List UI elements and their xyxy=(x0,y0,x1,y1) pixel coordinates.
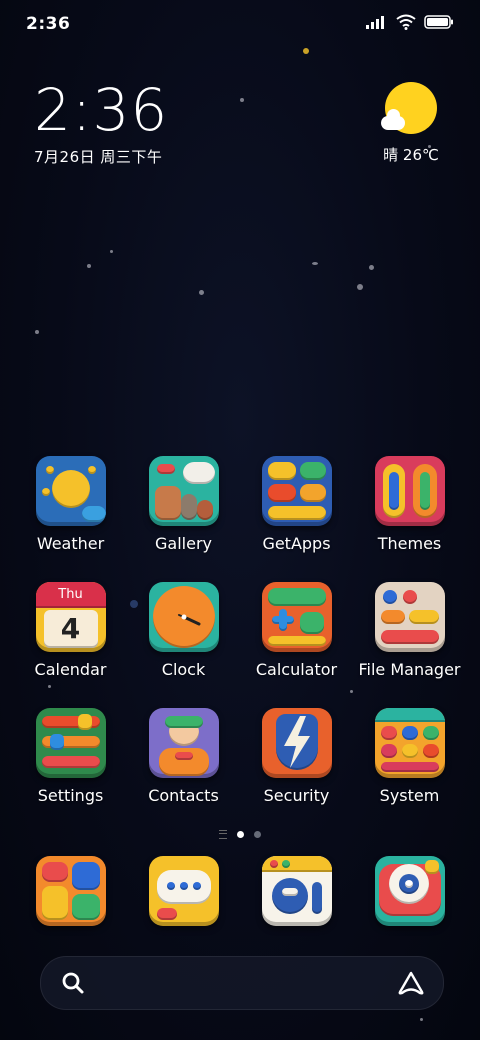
app-row: Weather Gallery GetApps Themes xyxy=(0,456,480,582)
app-settings[interactable]: Settings xyxy=(14,708,127,834)
dock-app-messages[interactable] xyxy=(127,856,240,926)
app-security[interactable]: Security xyxy=(240,708,353,834)
calendar-icon: Thu 4 xyxy=(35,582,106,652)
weather-text: 晴 26℃ xyxy=(383,146,439,164)
app-themes[interactable]: Themes xyxy=(353,456,466,582)
app-row: Settings Contacts Security System xyxy=(0,708,480,834)
contacts-icon xyxy=(148,708,219,778)
clock-widget[interactable]: 2:36 7月26日 周三下午 xyxy=(34,80,168,167)
app-label: Calendar xyxy=(34,660,107,679)
search-bar[interactable] xyxy=(40,956,444,1010)
app-system[interactable]: System xyxy=(353,708,466,834)
status-icons xyxy=(366,14,454,30)
system-icon xyxy=(374,708,445,778)
gallery-icon xyxy=(148,456,219,526)
app-label: Calculator xyxy=(255,660,338,679)
app-label: System xyxy=(379,786,440,805)
app-label: Gallery xyxy=(155,534,212,553)
app-label: Weather xyxy=(36,534,105,553)
app-label: GetApps xyxy=(262,534,331,553)
wifi-icon xyxy=(396,14,416,30)
getapps-icon xyxy=(261,456,332,526)
app-calendar[interactable]: Thu 4 Calendar xyxy=(14,582,127,708)
app-file-manager[interactable]: File Manager xyxy=(353,582,466,708)
clock-widget-time: 2:36 xyxy=(34,76,169,144)
dock-app-camera[interactable] xyxy=(353,856,466,926)
clock-icon xyxy=(148,582,219,652)
messages-icon xyxy=(148,856,219,926)
clock-widget-date: 7月26日 周三下午 xyxy=(34,148,163,166)
themes-icon xyxy=(374,456,445,526)
app-label: File Manager xyxy=(358,660,461,679)
app-label: Themes xyxy=(377,534,442,553)
app-label: Clock xyxy=(161,660,206,679)
signal-icon xyxy=(366,16,384,29)
phone-launcher-icon xyxy=(35,856,106,926)
calculator-icon xyxy=(261,582,332,652)
app-grid: Weather Gallery GetApps Themes Thu 4 Cal… xyxy=(0,456,480,834)
security-icon xyxy=(261,708,332,778)
sunny-cloud-icon xyxy=(381,82,437,134)
app-label: Settings xyxy=(37,786,104,805)
camera-icon xyxy=(374,856,445,926)
app-label: Contacts xyxy=(148,786,219,805)
search-icon[interactable] xyxy=(61,971,85,995)
app-weather[interactable]: Weather xyxy=(14,456,127,582)
calendar-day-name: Thu xyxy=(58,587,83,602)
status-time: 2:36 xyxy=(26,14,71,34)
browser-icon xyxy=(261,856,332,926)
app-label: Security xyxy=(263,786,330,805)
battery-icon xyxy=(424,15,453,29)
calendar-day-number: 4 xyxy=(60,612,81,645)
page-dot-active[interactable] xyxy=(237,831,244,838)
weather-icon xyxy=(35,456,106,526)
dock xyxy=(0,856,480,926)
app-gallery[interactable]: Gallery xyxy=(127,456,240,582)
app-row: Thu 4 Calendar Clock Calculator File Man… xyxy=(0,582,480,708)
assistant-icon[interactable] xyxy=(397,971,425,995)
app-drawer-indicator[interactable] xyxy=(219,830,227,839)
page-indicator[interactable] xyxy=(0,830,480,839)
file-manager-icon xyxy=(374,582,445,652)
page-dot[interactable] xyxy=(254,831,261,838)
dock-app-browser[interactable] xyxy=(240,856,353,926)
app-clock[interactable]: Clock xyxy=(127,582,240,708)
app-calculator[interactable]: Calculator xyxy=(240,582,353,708)
status-bar: 2:36 xyxy=(0,0,480,48)
weather-widget[interactable]: 晴 26℃ xyxy=(376,82,446,165)
settings-icon xyxy=(35,708,106,778)
dock-app-launcher[interactable] xyxy=(14,856,127,926)
app-getapps[interactable]: GetApps xyxy=(240,456,353,582)
app-contacts[interactable]: Contacts xyxy=(127,708,240,834)
